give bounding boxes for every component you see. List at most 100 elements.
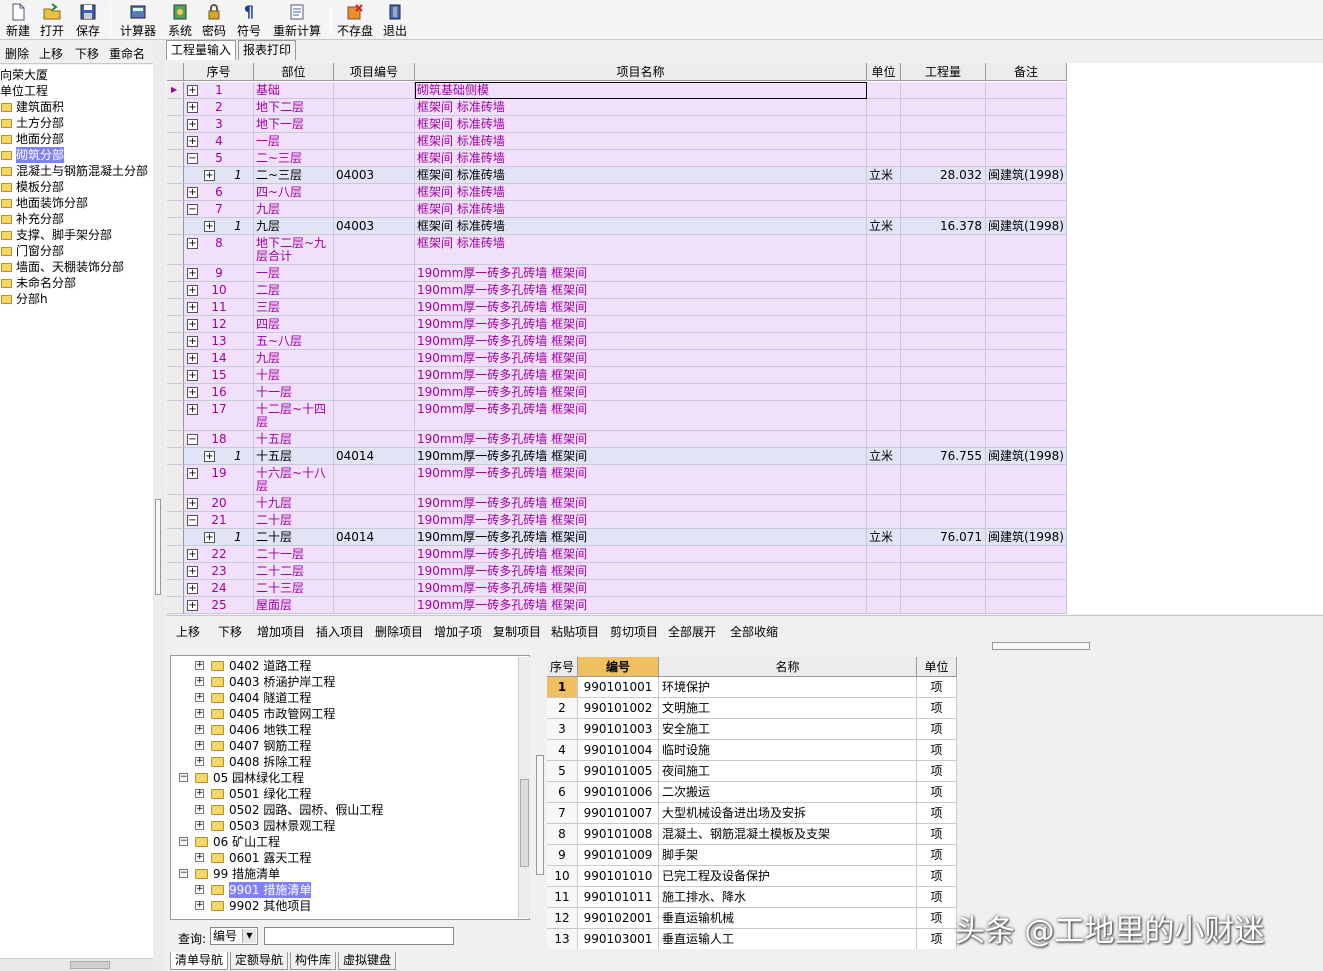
grid-cell-part[interactable]: 三层 xyxy=(254,299,334,316)
grid-cell-unit[interactable] xyxy=(867,282,901,299)
grid-cell-unit[interactable] xyxy=(867,563,901,580)
grid-cell-unit[interactable] xyxy=(867,431,901,448)
grid-cell-qty[interactable]: 16.378 xyxy=(901,218,986,235)
code-cell-seq[interactable]: 6 xyxy=(547,782,578,803)
tree-unit-project[interactable]: 单位工程 xyxy=(0,83,48,99)
grid-row[interactable]: +8 地下二层~九层合计 框架间 标准砖墙 xyxy=(167,235,1067,265)
grid-cell-seq[interactable]: +13 xyxy=(184,333,254,350)
row-header[interactable]: ▶ xyxy=(167,82,184,99)
code-cell-unit[interactable]: 项 xyxy=(917,845,957,866)
grid-cell-code[interactable] xyxy=(334,431,415,448)
grid-row[interactable]: +6 四~八层 框架间 标准砖墙 xyxy=(167,184,1067,201)
chevron-down-icon[interactable]: ▼ xyxy=(242,929,256,943)
grid-cell-qty[interactable] xyxy=(901,116,986,133)
grid-cell-code[interactable]: 04003 xyxy=(334,218,415,235)
grid-cell-name[interactable]: 框架间 标准砖墙 xyxy=(415,184,867,201)
grid-header-seq[interactable]: 序号 xyxy=(184,63,254,81)
row-header[interactable] xyxy=(167,384,184,401)
code-cell-code[interactable]: 990101009 xyxy=(578,845,659,866)
code-cell-unit[interactable]: 项 xyxy=(917,761,957,782)
grid-cell-part[interactable]: 十六层~十八层 xyxy=(254,465,334,495)
grid-cell-name[interactable]: 砌筑基础侧模 xyxy=(415,82,867,99)
grid-cell-seq[interactable]: +12 xyxy=(184,316,254,333)
code-cell-code[interactable]: 990101004 xyxy=(578,740,659,761)
tree-horizontal-scrollbar[interactable] xyxy=(0,958,153,971)
grid-cell-unit[interactable] xyxy=(867,546,901,563)
code-cell-code[interactable]: 990101002 xyxy=(578,698,659,719)
grid-cell-name[interactable]: 190mm厚一砖多孔砖墙 框架间 xyxy=(415,465,867,495)
grid-row[interactable]: +15 十层 190mm厚一砖多孔砖墙 框架间 xyxy=(167,367,1067,384)
code-cell-unit[interactable]: 项 xyxy=(917,824,957,845)
grid-row[interactable]: +22 二十一层 190mm厚一砖多孔砖墙 框架间 xyxy=(167,546,1067,563)
grid-cell-note[interactable] xyxy=(986,465,1067,495)
grid-cell-unit[interactable] xyxy=(867,316,901,333)
expand-icon[interactable]: + xyxy=(195,677,204,686)
expand-icon[interactable]: + xyxy=(195,805,204,814)
bottom-tab[interactable]: 定额导航 xyxy=(230,952,289,970)
grid-cell-part[interactable]: 十五层 xyxy=(254,448,334,465)
code-cell-name[interactable]: 施工排水、降水 xyxy=(659,887,917,908)
grid-cell-part[interactable]: 二~三层 xyxy=(254,150,334,167)
code-cell-seq[interactable]: 2 xyxy=(547,698,578,719)
vertical-splitter[interactable] xyxy=(153,40,165,971)
save-button[interactable]: 保存 xyxy=(74,2,102,38)
calculator-button[interactable]: 计算器 xyxy=(118,2,158,38)
bottom-tab[interactable]: 构件库 xyxy=(290,952,337,970)
nav-tree-item[interactable]: +0404 隧道工程 xyxy=(171,690,511,706)
grid-cell-note[interactable] xyxy=(986,495,1067,512)
code-cell-code[interactable]: 990101005 xyxy=(578,761,659,782)
grid-cell-part[interactable]: 基础 xyxy=(254,82,334,99)
nav-tree-item[interactable]: +0402 道路工程 xyxy=(171,658,511,674)
nav-tree-scrollbar[interactable] xyxy=(518,657,530,918)
grid-cell-unit[interactable]: 立米 xyxy=(867,448,901,465)
collapse-icon[interactable]: − xyxy=(179,837,188,846)
grid-cell-note[interactable] xyxy=(986,299,1067,316)
grid-cell-code[interactable] xyxy=(334,82,415,99)
code-header-unit[interactable]: 单位 xyxy=(917,657,957,677)
code-cell-unit[interactable]: 项 xyxy=(917,866,957,887)
grid-cell-qty[interactable] xyxy=(901,184,986,201)
code-cell-unit[interactable]: 项 xyxy=(917,803,957,824)
row-header[interactable] xyxy=(167,133,184,150)
action-button[interactable]: 复制项目 xyxy=(493,623,541,640)
action-button[interactable]: 删除项目 xyxy=(375,623,423,640)
grid-cell-unit[interactable]: 立米 xyxy=(867,218,901,235)
code-cell-name[interactable]: 混凝土、钢筋混凝土模板及支架 xyxy=(659,824,917,845)
grid-cell-unit[interactable] xyxy=(867,350,901,367)
nav-tree-item[interactable]: +0407 钢筋工程 xyxy=(171,738,511,754)
grid-cell-seq[interactable]: +3 xyxy=(184,116,254,133)
row-header[interactable] xyxy=(167,150,184,167)
grid-cell-unit[interactable] xyxy=(867,201,901,218)
grid-cell-qty[interactable] xyxy=(901,316,986,333)
nav-tree-item[interactable]: +0403 桥涵护岸工程 xyxy=(171,674,511,690)
grid-cell-qty[interactable] xyxy=(901,333,986,350)
password-button[interactable]: 密码 xyxy=(200,2,228,38)
grid-cell-part[interactable]: 十五层 xyxy=(254,431,334,448)
grid-cell-note[interactable] xyxy=(986,150,1067,167)
nav-tree-item[interactable]: +9902 其他项目 xyxy=(171,898,511,914)
grid-cell-name[interactable]: 190mm厚一砖多孔砖墙 框架间 xyxy=(415,495,867,512)
code-cell-unit[interactable]: 项 xyxy=(917,782,957,803)
expand-icon[interactable]: + xyxy=(195,709,204,718)
tree-rename-button[interactable]: 重命名 xyxy=(109,45,145,62)
grid-cell-note[interactable] xyxy=(986,82,1067,99)
grid-row[interactable]: −5 二~三层 框架间 标准砖墙 xyxy=(167,150,1067,167)
scrollbar-thumb[interactable] xyxy=(520,779,529,867)
recalculate-button[interactable]: 重新计算 xyxy=(270,2,324,38)
code-table-row[interactable]: 4 990101004 临时设施项 xyxy=(547,740,957,761)
code-cell-code[interactable]: 990101011 xyxy=(578,887,659,908)
row-header[interactable] xyxy=(167,465,184,495)
expand-icon[interactable]: + xyxy=(195,661,204,670)
grid-cell-code[interactable] xyxy=(334,465,415,495)
grid-cell-unit[interactable] xyxy=(867,333,901,350)
grid-cell-code[interactable] xyxy=(334,235,415,265)
grid-cell-qty[interactable] xyxy=(901,133,986,150)
action-button[interactable]: 增加子项 xyxy=(434,623,482,640)
expand-icon[interactable]: + xyxy=(195,693,204,702)
grid-cell-part[interactable]: 地下一层 xyxy=(254,116,334,133)
row-header[interactable] xyxy=(167,350,184,367)
grid-cell-name[interactable]: 190mm厚一砖多孔砖墙 框架间 xyxy=(415,546,867,563)
grid-cell-qty[interactable]: 76.755 xyxy=(901,448,986,465)
nav-tree-item[interactable]: +0405 市政管网工程 xyxy=(171,706,511,722)
expand-icon[interactable]: + xyxy=(204,221,215,232)
